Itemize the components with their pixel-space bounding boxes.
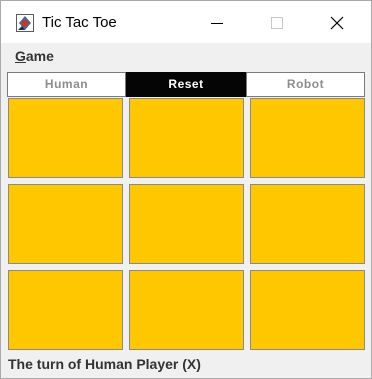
robot-button[interactable]: Robot <box>246 72 365 97</box>
board-cell-3[interactable] <box>250 98 365 178</box>
board-cell-9[interactable] <box>250 270 365 350</box>
menu-game[interactable]: Game <box>15 48 54 64</box>
close-button[interactable] <box>307 1 367 43</box>
human-button[interactable]: Human <box>7 72 126 97</box>
board-cell-2[interactable] <box>129 98 244 178</box>
board-cell-8[interactable] <box>129 270 244 350</box>
menu-game-mnemonic: G <box>15 48 26 64</box>
board-cell-4[interactable] <box>8 184 123 264</box>
minimize-button[interactable] <box>187 1 247 43</box>
minimize-icon <box>211 23 223 24</box>
mode-toolbar: Human Reset Robot <box>7 72 365 97</box>
board-cell-5[interactable] <box>129 184 244 264</box>
menu-bar: Game <box>1 43 371 70</box>
maximize-button[interactable] <box>247 1 307 43</box>
window-title: Tic Tac Toe <box>42 14 117 31</box>
app-window: Tic Tac Toe Game Human Reset Robot The t… <box>0 0 372 379</box>
java-app-icon <box>16 14 34 32</box>
board-cell-1[interactable] <box>8 98 123 178</box>
title-bar[interactable]: Tic Tac Toe <box>1 1 371 43</box>
board-cell-7[interactable] <box>8 270 123 350</box>
game-board <box>1 97 371 353</box>
maximize-icon <box>271 17 283 29</box>
board-cell-6[interactable] <box>250 184 365 264</box>
reset-button[interactable]: Reset <box>126 72 246 97</box>
status-text: The turn of Human Player (X) <box>8 356 201 372</box>
close-icon <box>330 16 344 30</box>
menu-game-label: ame <box>25 48 54 64</box>
